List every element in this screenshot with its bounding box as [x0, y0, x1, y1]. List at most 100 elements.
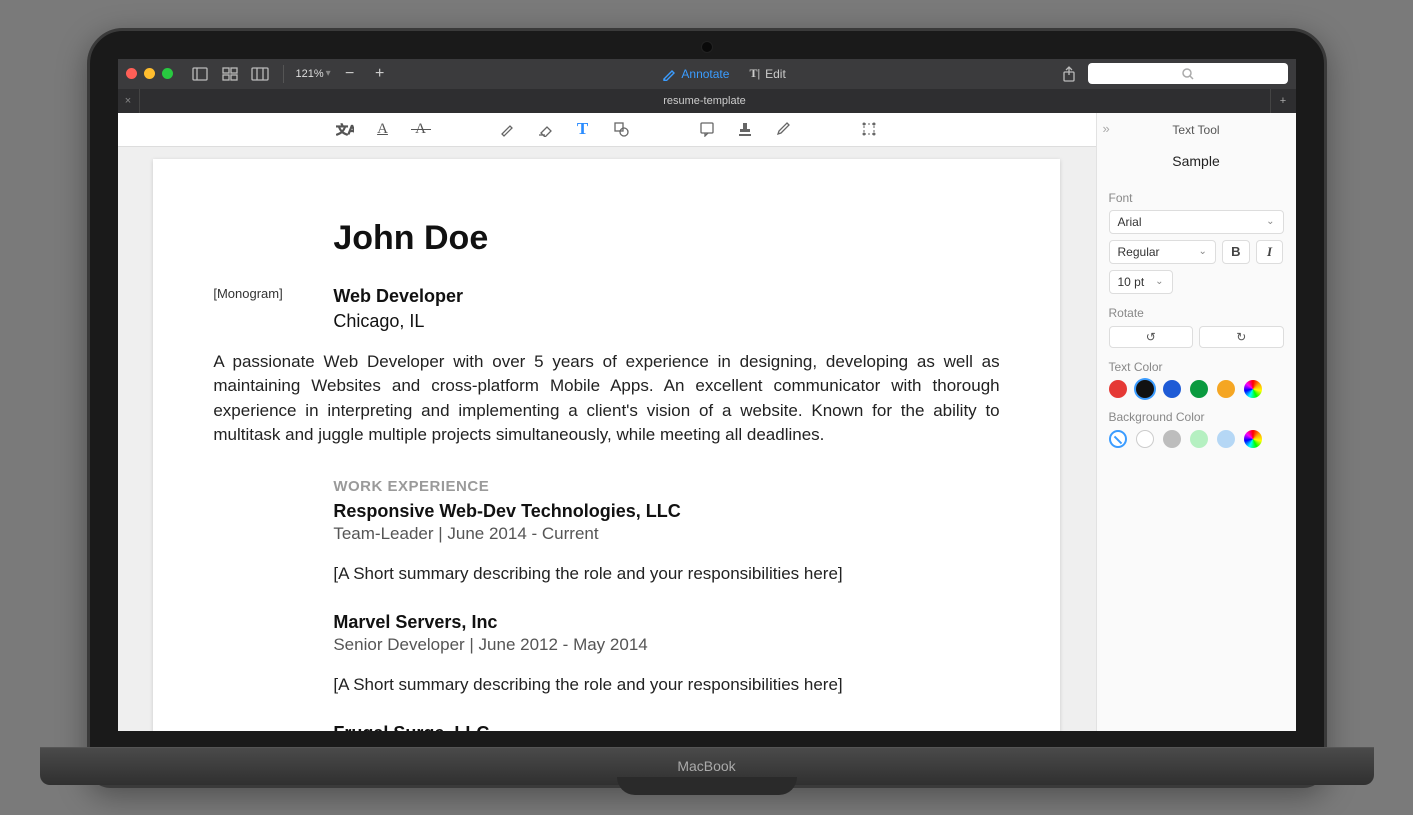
color-swatch[interactable] — [1136, 430, 1154, 448]
zoom-value: 121% — [296, 68, 324, 80]
trackpad-notch — [617, 777, 797, 795]
minimize-window-button[interactable] — [144, 68, 155, 79]
zoom-in-button[interactable]: + — [369, 64, 391, 84]
work-experience-header: WORK EXPERIENCE — [333, 478, 999, 495]
font-select[interactable]: Arial ⌄ — [1109, 210, 1284, 234]
share-icon[interactable] — [1058, 64, 1080, 84]
job-entry: Marvel Servers, IncSenior Developer | Ju… — [333, 612, 999, 695]
annotate-label: Annotate — [681, 67, 729, 81]
close-window-button[interactable] — [126, 68, 137, 79]
color-swatch[interactable] — [1136, 380, 1154, 398]
color-swatch[interactable] — [1109, 380, 1127, 398]
job-entry: Responsive Web-Dev Technologies, LLCTeam… — [333, 501, 999, 584]
rotate-ccw-button[interactable]: ↺ — [1109, 326, 1194, 348]
svg-text:文A: 文A — [336, 122, 354, 137]
color-swatch[interactable] — [1217, 430, 1235, 448]
main-area: 文A A A T John Doe — [118, 113, 1296, 731]
zoom-out-button[interactable]: − — [339, 64, 361, 84]
inspector-sidebar: » Text Tool Sample Font Arial ⌄ Regular … — [1096, 113, 1296, 731]
chevron-down-icon: ⌄ — [1198, 246, 1206, 257]
weight-select[interactable]: Regular ⌄ — [1109, 240, 1216, 264]
chevron-down-icon: ⌄ — [1266, 216, 1274, 227]
collapse-sidebar-icon[interactable]: » — [1103, 121, 1110, 136]
font-value: Arial — [1118, 215, 1142, 229]
maximize-window-button[interactable] — [162, 68, 173, 79]
document-canvas[interactable]: John Doe [Monogram] Web Developer Chicag… — [118, 147, 1096, 731]
weight-value: Regular — [1118, 245, 1160, 259]
thumbnails-icon[interactable] — [219, 64, 241, 84]
resume-name: John Doe — [333, 219, 999, 258]
size-value: 10 pt — [1118, 275, 1145, 289]
shape-tool-icon[interactable] — [611, 119, 631, 139]
resume-location: Chicago, IL — [333, 311, 463, 332]
bg-color-label: Background Color — [1109, 410, 1284, 424]
job-company: Frugal Surge, LLC — [333, 723, 999, 730]
document-page: John Doe [Monogram] Web Developer Chicag… — [153, 159, 1059, 731]
pencil-icon — [662, 67, 676, 81]
text-color-label: Text Color — [1109, 360, 1284, 374]
eraser-icon[interactable] — [535, 119, 555, 139]
sample-text: Sample — [1109, 153, 1284, 169]
search-field[interactable] — [1088, 63, 1288, 84]
size-select[interactable]: 10 pt ⌄ — [1109, 270, 1173, 294]
laptop-base: MacBook — [40, 747, 1374, 785]
job-company: Marvel Servers, Inc — [333, 612, 999, 633]
tab-bar: × resume-template + — [118, 89, 1296, 113]
text-cursor-icon: T| — [749, 66, 760, 81]
rotate-cw-button[interactable]: ↻ — [1199, 326, 1284, 348]
font-label: Font — [1109, 191, 1284, 205]
color-swatch[interactable] — [1163, 380, 1181, 398]
strike-icon[interactable]: A — [411, 119, 431, 139]
color-swatch[interactable] — [1109, 430, 1127, 448]
job-title: Team-Leader | June 2014 - Current — [333, 524, 999, 544]
resume-role: Web Developer — [333, 286, 463, 307]
bg-color-swatches — [1109, 430, 1284, 448]
app-screen: 121% ▾ − + Annotate T| Edit × — [118, 59, 1296, 731]
job-title: Senior Developer | June 2012 - May 2014 — [333, 635, 999, 655]
italic-button[interactable]: I — [1256, 240, 1284, 264]
job-company: Responsive Web-Dev Technologies, LLC — [333, 501, 999, 522]
annotation-toolbar: 文A A A T — [118, 113, 1096, 147]
job-entry: Frugal Surge, LLC — [333, 723, 999, 730]
text-style-icon[interactable]: 文A — [335, 119, 355, 139]
brand-label: MacBook — [677, 758, 735, 774]
camera-dot — [701, 41, 713, 53]
document-pane: 文A A A T John Doe — [118, 113, 1096, 731]
tab-add-button[interactable]: + — [1270, 89, 1296, 113]
color-swatch[interactable] — [1190, 380, 1208, 398]
underline-icon[interactable]: A — [373, 119, 393, 139]
chevron-down-icon: ▾ — [326, 68, 331, 79]
main-toolbar: 121% ▾ − + Annotate T| Edit — [118, 59, 1296, 89]
edit-label: Edit — [765, 67, 786, 81]
edit-mode-button[interactable]: T| Edit — [743, 64, 791, 83]
resume-summary: A passionate Web Developer with over 5 y… — [213, 350, 999, 449]
window-controls — [126, 68, 173, 79]
sidebar-toggle-icon[interactable] — [189, 64, 211, 84]
job-summary: [A Short summary describing the role and… — [333, 564, 999, 584]
annotate-mode-button[interactable]: Annotate — [656, 65, 735, 83]
job-summary: [A Short summary describing the role and… — [333, 675, 999, 695]
bold-button[interactable]: B — [1222, 240, 1250, 264]
sidebar-title: Text Tool — [1109, 123, 1284, 137]
text-color-swatches — [1109, 380, 1284, 398]
rotate-label: Rotate — [1109, 306, 1284, 320]
note-icon[interactable] — [697, 119, 717, 139]
pencil-tool-icon[interactable] — [497, 119, 517, 139]
eyedropper-icon[interactable] — [773, 119, 793, 139]
tab-title[interactable]: resume-template — [140, 89, 1270, 113]
layout-icon[interactable] — [249, 64, 271, 84]
color-swatch[interactable] — [1163, 430, 1181, 448]
color-swatch[interactable] — [1244, 380, 1262, 398]
laptop-frame: 121% ▾ − + Annotate T| Edit × — [87, 28, 1327, 788]
tab-close-button[interactable]: × — [118, 89, 140, 113]
color-swatch[interactable] — [1217, 380, 1235, 398]
zoom-control[interactable]: 121% ▾ — [296, 68, 331, 80]
selection-handles-icon[interactable] — [859, 119, 879, 139]
color-swatch[interactable] — [1190, 430, 1208, 448]
stamp-icon[interactable] — [735, 119, 755, 139]
color-swatch[interactable] — [1244, 430, 1262, 448]
monogram-placeholder: [Monogram] — [213, 286, 333, 301]
search-icon — [1182, 68, 1194, 80]
text-tool-icon[interactable]: T — [573, 119, 593, 139]
chevron-down-icon: ⌄ — [1155, 276, 1163, 287]
